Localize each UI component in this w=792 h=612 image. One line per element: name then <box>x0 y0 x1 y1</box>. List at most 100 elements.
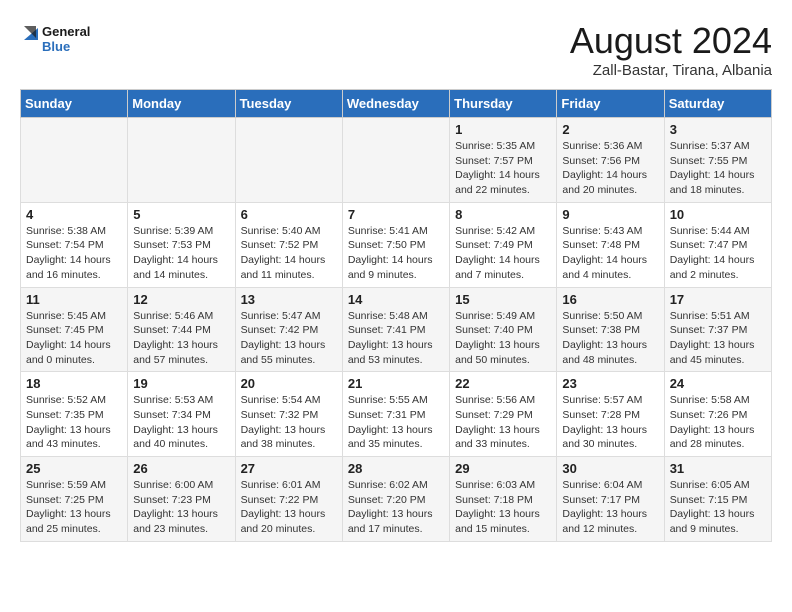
calendar-cell: 18 Sunrise: 5:52 AM Sunset: 7:35 PM Dayli… <box>21 372 128 457</box>
calendar-week-row: 4Sunrise: 5:38 AM Sunset: 7:54 PM Daylig… <box>21 202 772 287</box>
day-info: Sunrise: 5:43 AM Sunset: 7:48 PM Dayligh… <box>562 224 658 283</box>
calendar-cell: 3 Sunrise: 5:37 AM Sunset: 7:55 PM Daylig… <box>664 118 771 203</box>
calendar-cell <box>21 118 128 203</box>
calendar-cell: 10 Sunrise: 5:44 AM Sunset: 7:47 PM Dayli… <box>664 202 771 287</box>
day-info: Sunrise: 5:47 AM Sunset: 7:42 PM Dayligh… <box>241 309 337 368</box>
day-number: 6 <box>241 207 337 222</box>
day-number: 27 <box>241 461 337 476</box>
calendar-cell: 22Sunrise: 5:56 AM Sunset: 7:29 PM Dayli… <box>450 372 557 457</box>
calendar-cell: 26Sunrise: 6:00 AM Sunset: 7:23 PM Dayli… <box>128 457 235 542</box>
day-number: 12 <box>133 292 229 307</box>
calendar-cell: 23Sunrise: 5:57 AM Sunset: 7:28 PM Dayli… <box>557 372 664 457</box>
day-number: 14 <box>348 292 444 307</box>
calendar-week-row: 18 Sunrise: 5:52 AM Sunset: 7:35 PM Dayli… <box>21 372 772 457</box>
day-number: 8 <box>455 207 551 222</box>
day-info: Sunrise: 5:52 AM Sunset: 7:35 PM Dayligh… <box>26 393 122 452</box>
day-info: Sunrise: 5:55 AM Sunset: 7:31 PM Dayligh… <box>348 393 444 452</box>
weekday-header-friday: Friday <box>557 90 664 118</box>
day-info: Sunrise: 5:50 AM Sunset: 7:38 PM Dayligh… <box>562 309 658 368</box>
calendar-table: SundayMondayTuesdayWednesdayThursdayFrid… <box>20 89 772 542</box>
day-number: 9 <box>562 207 658 222</box>
calendar-cell <box>235 118 342 203</box>
calendar-cell: 2 Sunrise: 5:36 AM Sunset: 7:56 PM Daylig… <box>557 118 664 203</box>
day-number: 20 <box>241 376 337 391</box>
calendar-cell: 14 Sunrise: 5:48 AM Sunset: 7:41 PM Dayli… <box>342 287 449 372</box>
day-number: 13 <box>241 292 337 307</box>
day-number: 18 <box>26 376 122 391</box>
day-number: 10 <box>670 207 766 222</box>
day-number: 31 <box>670 461 766 476</box>
calendar-cell: 4Sunrise: 5:38 AM Sunset: 7:54 PM Daylig… <box>21 202 128 287</box>
day-number: 16 <box>562 292 658 307</box>
calendar-cell <box>128 118 235 203</box>
logo-svg: General Blue <box>20 20 100 60</box>
day-info: Sunrise: 5:58 AM Sunset: 7:26 PM Dayligh… <box>670 393 766 452</box>
weekday-header-sunday: Sunday <box>21 90 128 118</box>
calendar-cell: 13 Sunrise: 5:47 AM Sunset: 7:42 PM Dayli… <box>235 287 342 372</box>
day-info: Sunrise: 5:36 AM Sunset: 7:56 PM Dayligh… <box>562 139 658 198</box>
calendar-cell: 29Sunrise: 6:03 AM Sunset: 7:18 PM Dayli… <box>450 457 557 542</box>
calendar-header-row: SundayMondayTuesdayWednesdayThursdayFrid… <box>21 90 772 118</box>
svg-text:General: General <box>42 24 90 39</box>
calendar-cell: 11 Sunrise: 5:45 AM Sunset: 7:45 PM Dayli… <box>21 287 128 372</box>
day-info: Sunrise: 5:48 AM Sunset: 7:41 PM Dayligh… <box>348 309 444 368</box>
day-info: Sunrise: 5:59 AM Sunset: 7:25 PM Dayligh… <box>26 478 122 537</box>
day-number: 30 <box>562 461 658 476</box>
day-number: 7 <box>348 207 444 222</box>
weekday-header-monday: Monday <box>128 90 235 118</box>
day-info: Sunrise: 5:53 AM Sunset: 7:34 PM Dayligh… <box>133 393 229 452</box>
calendar-cell: 27 Sunrise: 6:01 AM Sunset: 7:22 PM Dayli… <box>235 457 342 542</box>
calendar-week-row: 25 Sunrise: 5:59 AM Sunset: 7:25 PM Dayli… <box>21 457 772 542</box>
day-info: Sunrise: 5:45 AM Sunset: 7:45 PM Dayligh… <box>26 309 122 368</box>
calendar-cell: 19 Sunrise: 5:53 AM Sunset: 7:34 PM Dayli… <box>128 372 235 457</box>
calendar-cell: 31 Sunrise: 6:05 AM Sunset: 7:15 PM Dayli… <box>664 457 771 542</box>
calendar-cell: 25 Sunrise: 5:59 AM Sunset: 7:25 PM Dayli… <box>21 457 128 542</box>
day-number: 15 <box>455 292 551 307</box>
day-info: Sunrise: 6:03 AM Sunset: 7:18 PM Dayligh… <box>455 478 551 537</box>
day-number: 21 <box>348 376 444 391</box>
day-info: Sunrise: 5:54 AM Sunset: 7:32 PM Dayligh… <box>241 393 337 452</box>
day-number: 26 <box>133 461 229 476</box>
title-area: August 2024 Zall-Bastar, Tirana, Albania <box>570 20 772 79</box>
day-info: Sunrise: 5:57 AM Sunset: 7:28 PM Dayligh… <box>562 393 658 452</box>
day-number: 22 <box>455 376 551 391</box>
weekday-header-tuesday: Tuesday <box>235 90 342 118</box>
day-number: 3 <box>670 122 766 137</box>
weekday-header-wednesday: Wednesday <box>342 90 449 118</box>
calendar-cell: 30 Sunrise: 6:04 AM Sunset: 7:17 PM Dayli… <box>557 457 664 542</box>
day-info: Sunrise: 6:01 AM Sunset: 7:22 PM Dayligh… <box>241 478 337 537</box>
month-title: August 2024 <box>570 20 772 62</box>
day-info: Sunrise: 5:44 AM Sunset: 7:47 PM Dayligh… <box>670 224 766 283</box>
day-info: Sunrise: 5:46 AM Sunset: 7:44 PM Dayligh… <box>133 309 229 368</box>
calendar-cell: 9 Sunrise: 5:43 AM Sunset: 7:48 PM Daylig… <box>557 202 664 287</box>
weekday-header-saturday: Saturday <box>664 90 771 118</box>
day-number: 25 <box>26 461 122 476</box>
day-info: Sunrise: 5:49 AM Sunset: 7:40 PM Dayligh… <box>455 309 551 368</box>
calendar-cell: 12 Sunrise: 5:46 AM Sunset: 7:44 PM Dayli… <box>128 287 235 372</box>
day-number: 19 <box>133 376 229 391</box>
day-number: 2 <box>562 122 658 137</box>
day-number: 17 <box>670 292 766 307</box>
calendar-week-row: 11 Sunrise: 5:45 AM Sunset: 7:45 PM Dayli… <box>21 287 772 372</box>
day-number: 11 <box>26 292 122 307</box>
day-info: Sunrise: 5:37 AM Sunset: 7:55 PM Dayligh… <box>670 139 766 198</box>
calendar-cell: 20 Sunrise: 5:54 AM Sunset: 7:32 PM Dayli… <box>235 372 342 457</box>
svg-text:Blue: Blue <box>42 39 70 54</box>
day-info: Sunrise: 6:04 AM Sunset: 7:17 PM Dayligh… <box>562 478 658 537</box>
calendar-cell: 24 Sunrise: 5:58 AM Sunset: 7:26 PM Dayli… <box>664 372 771 457</box>
logo: General Blue <box>20 20 100 60</box>
weekday-header-thursday: Thursday <box>450 90 557 118</box>
day-info: Sunrise: 5:42 AM Sunset: 7:49 PM Dayligh… <box>455 224 551 283</box>
day-info: Sunrise: 5:35 AM Sunset: 7:57 PM Dayligh… <box>455 139 551 198</box>
day-number: 24 <box>670 376 766 391</box>
calendar-cell: 6Sunrise: 5:40 AM Sunset: 7:52 PM Daylig… <box>235 202 342 287</box>
day-info: Sunrise: 5:39 AM Sunset: 7:53 PM Dayligh… <box>133 224 229 283</box>
calendar-cell: 17Sunrise: 5:51 AM Sunset: 7:37 PM Dayli… <box>664 287 771 372</box>
day-info: Sunrise: 6:05 AM Sunset: 7:15 PM Dayligh… <box>670 478 766 537</box>
calendar-cell: 5 Sunrise: 5:39 AM Sunset: 7:53 PM Daylig… <box>128 202 235 287</box>
calendar-cell: 21 Sunrise: 5:55 AM Sunset: 7:31 PM Dayli… <box>342 372 449 457</box>
day-info: Sunrise: 5:38 AM Sunset: 7:54 PM Dayligh… <box>26 224 122 283</box>
calendar-cell: 16 Sunrise: 5:50 AM Sunset: 7:38 PM Dayli… <box>557 287 664 372</box>
day-info: Sunrise: 5:41 AM Sunset: 7:50 PM Dayligh… <box>348 224 444 283</box>
day-number: 5 <box>133 207 229 222</box>
